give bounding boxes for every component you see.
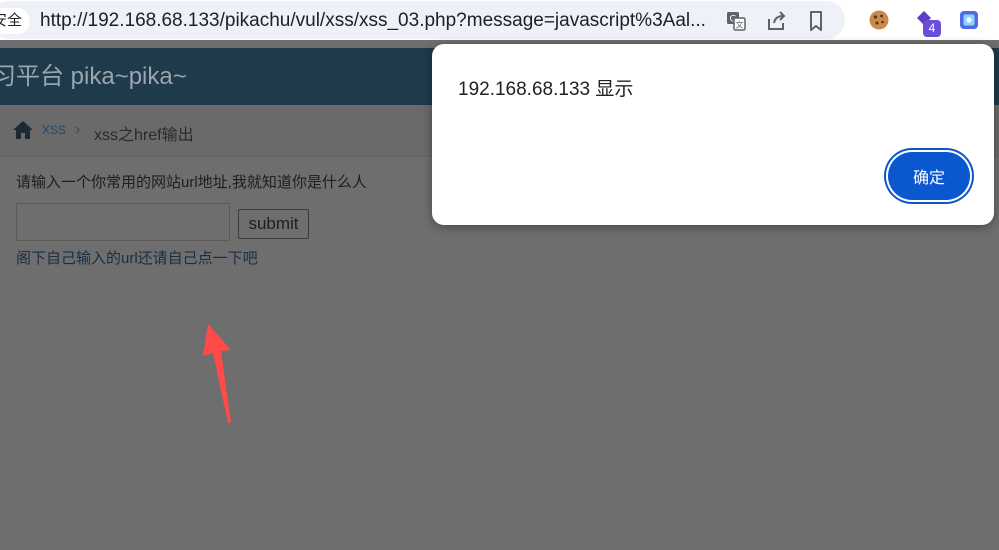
bookmark-icon[interactable]: [804, 9, 828, 33]
submit-button[interactable]: submit: [238, 209, 309, 239]
breadcrumb-separator: ›: [75, 121, 81, 138]
home-icon[interactable]: [12, 120, 34, 140]
result-link[interactable]: 阁下自己输入的url还请自己点一下吧: [16, 247, 258, 268]
screenshot-extension-icon[interactable]: [957, 8, 981, 32]
site-title: 习平台 pika~pika~: [0, 63, 187, 90]
address-bar[interactable]: 安全 http://192.168.68.133/pikachu/vul/xss…: [0, 1, 845, 39]
translate-icon[interactable]: G 文: [724, 9, 748, 33]
url-input[interactable]: [16, 203, 230, 241]
url-text[interactable]: http://192.168.68.133/pikachu/vul/xss/xs…: [40, 1, 705, 41]
annotation-arrow: [203, 324, 231, 423]
share-icon[interactable]: [764, 9, 788, 33]
alert-dialog: 192.168.68.133 显示 确定: [432, 44, 994, 225]
dialog-title: 192.168.68.133 显示: [458, 79, 634, 100]
breadcrumb-link-xss[interactable]: xss: [42, 121, 66, 139]
ok-button[interactable]: 确定: [888, 152, 970, 200]
cookie-extension-icon[interactable]: [867, 8, 891, 32]
extension-badge: 4: [923, 20, 941, 37]
breadcrumb-current: xss之href输出: [94, 127, 194, 144]
prompt-text: 请输入一个你常用的网站url地址,我就知道你是什么人: [16, 174, 367, 191]
browser-toolbar: 安全 http://192.168.68.133/pikachu/vul/xss…: [0, 0, 999, 40]
security-chip[interactable]: 安全: [0, 8, 31, 34]
svg-text:文: 文: [736, 20, 744, 30]
